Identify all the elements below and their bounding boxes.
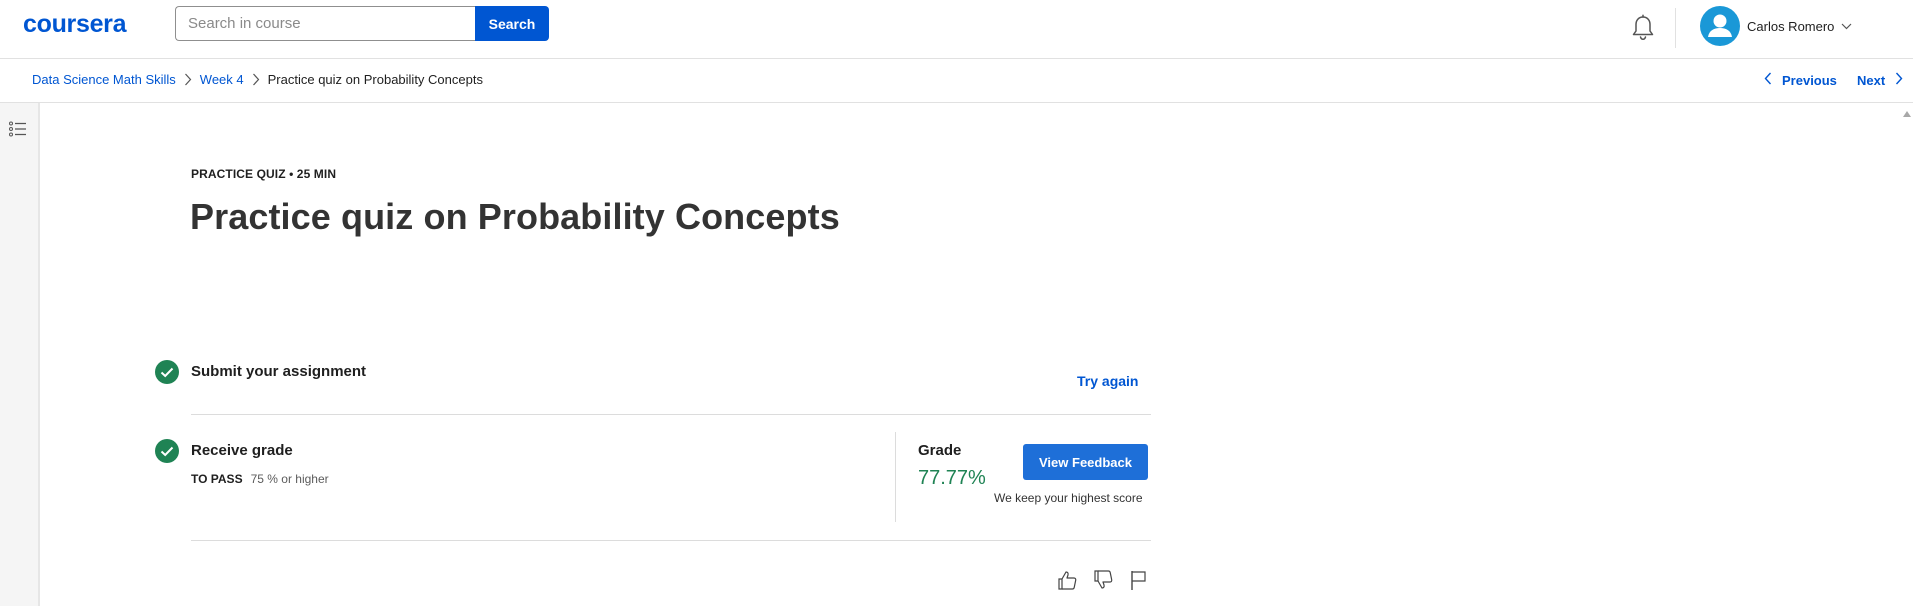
pass-value: 75 % or higher [250, 472, 329, 486]
pass-label: TO PASS [191, 472, 243, 486]
user-name: Carlos Romero [1747, 18, 1835, 34]
chevron-right-icon [1895, 72, 1903, 88]
dislike-icon[interactable] [1092, 569, 1114, 591]
user-avatar-icon [1700, 6, 1740, 46]
breadcrumb-course[interactable]: Data Science Math Skills [32, 72, 176, 87]
breadcrumb-current: Practice quiz on Probability Concepts [267, 72, 483, 87]
course-outline-rail [0, 103, 40, 606]
previous-label: Previous [1782, 72, 1837, 88]
top-header: coursera Search Carlos Romero [0, 0, 1913, 59]
page-title: Practice quiz on Probability Concepts [190, 196, 840, 237]
search-input[interactable] [175, 6, 475, 41]
grade-label: Grade [918, 442, 962, 459]
breadcrumb: Data Science Math Skills Week 4 Practice… [32, 72, 483, 87]
check-icon [155, 360, 179, 384]
chevron-right-icon [184, 73, 192, 86]
next-label: Next [1857, 72, 1886, 88]
highest-score-note: We keep your highest score [994, 491, 1143, 505]
course-search: Search [175, 6, 549, 41]
search-button[interactable]: Search [475, 6, 549, 41]
step-grade-title: Receive grade [191, 442, 293, 459]
bell-icon[interactable] [1630, 14, 1656, 42]
flag-icon[interactable] [1128, 569, 1150, 591]
breadcrumb-week[interactable]: Week 4 [200, 72, 244, 87]
view-feedback-button[interactable]: View Feedback [1023, 444, 1148, 480]
chevron-left-icon [1764, 72, 1772, 88]
coursera-logo[interactable]: coursera [23, 10, 127, 39]
user-menu[interactable]: Carlos Romero [1700, 6, 1852, 46]
like-icon[interactable] [1056, 569, 1078, 591]
scrollbar-up-arrow[interactable] [1903, 111, 1911, 117]
grade-value: 77.77% [918, 467, 986, 489]
next-button[interactable]: Next [1857, 72, 1903, 88]
item-kicker: PRACTICE QUIZ • 25 MIN [191, 167, 337, 181]
grade-divider [895, 432, 896, 522]
chevron-right-icon [252, 73, 260, 86]
chevron-down-icon [1841, 17, 1852, 35]
try-again-link[interactable]: Try again [1077, 373, 1138, 389]
breadcrumb-bar: Data Science Math Skills Week 4 Practice… [0, 59, 1913, 103]
divider [191, 540, 1151, 541]
pass-requirement: TO PASS 75 % or higher [191, 472, 329, 486]
list-icon[interactable] [9, 121, 27, 142]
step-submit-title: Submit your assignment [191, 363, 367, 380]
divider [191, 414, 1151, 415]
check-icon [155, 439, 179, 463]
previous-button[interactable]: Previous [1764, 72, 1837, 88]
header-divider [1675, 8, 1676, 48]
